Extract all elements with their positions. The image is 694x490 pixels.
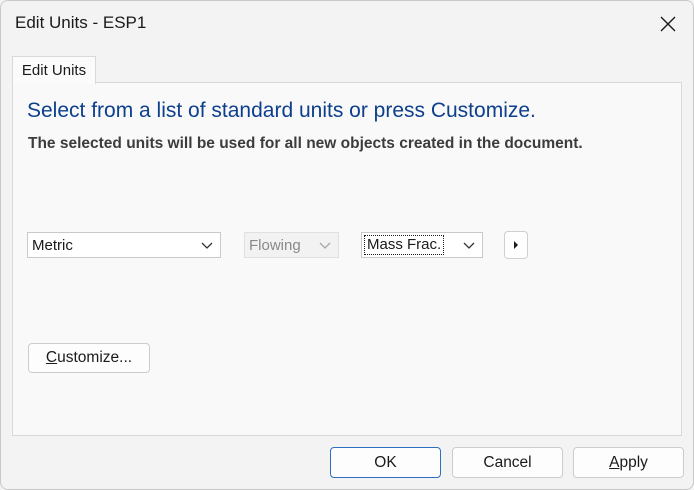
panel-heading: Select from a list of standard units or … <box>27 99 536 122</box>
apply-label: Apply <box>609 454 648 472</box>
chevron-down-icon <box>319 242 331 249</box>
next-units-button[interactable] <box>504 231 528 259</box>
edit-units-dialog: Edit Units - ESP1 Edit Units Select from… <box>0 0 694 490</box>
close-button[interactable] <box>649 5 687 43</box>
ok-button[interactable]: OK <box>330 447 441 478</box>
title-bar: Edit Units - ESP1 <box>1 1 693 47</box>
cancel-label: Cancel <box>483 453 532 471</box>
chevron-down-icon <box>463 242 475 249</box>
flow-basis-value: Flowing <box>249 236 301 254</box>
chevron-down-icon <box>201 242 213 249</box>
ok-label: OK <box>374 453 397 471</box>
tab-edit-units[interactable]: Edit Units <box>12 56 96 84</box>
edit-units-panel: Select from a list of standard units or … <box>12 82 682 436</box>
close-icon <box>660 16 676 32</box>
unit-set-value: Metric <box>32 236 73 254</box>
flow-basis-select: Flowing <box>244 232 339 258</box>
cancel-button[interactable]: Cancel <box>452 447 563 478</box>
tab-label: Edit Units <box>21 62 87 79</box>
customize-access-key: C <box>45 349 58 366</box>
composition-value: Mass Frac. <box>364 235 445 255</box>
customize-button[interactable]: Customize... <box>28 343 150 373</box>
window-title: Edit Units - ESP1 <box>15 13 147 32</box>
composition-select[interactable]: Mass Frac. <box>361 232 483 258</box>
apply-access-key: A <box>609 453 620 471</box>
customize-label: Customize... <box>46 349 132 367</box>
apply-button[interactable]: Apply <box>573 447 684 478</box>
customize-label-rest: ustomize... <box>57 349 133 366</box>
triangle-right-icon <box>514 241 518 249</box>
panel-subheading: The selected units will be used for all … <box>28 135 583 152</box>
unit-set-select[interactable]: Metric <box>27 232 221 258</box>
apply-label-rest: pply <box>619 453 648 471</box>
